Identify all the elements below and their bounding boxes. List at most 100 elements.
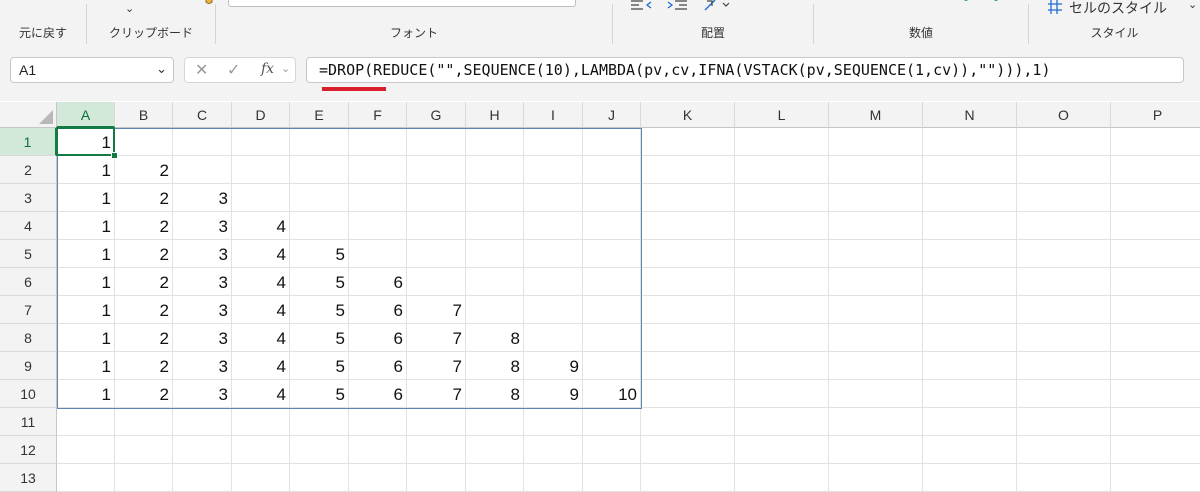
row-header-11[interactable]: 11 [0,408,57,436]
cell-p8[interactable] [1111,324,1200,352]
cell-m3[interactable] [829,184,923,212]
cancel-icon[interactable]: ✕ [195,60,208,79]
cell-f9[interactable]: 6 [349,352,407,380]
cell-a9[interactable]: 1 [57,352,115,380]
cell-c6[interactable]: 3 [173,268,232,296]
column-header-g[interactable]: G [407,102,466,128]
cell-a8[interactable]: 1 [57,324,115,352]
cell-c2[interactable] [173,156,232,184]
cell-p13[interactable] [1111,464,1200,492]
cell-m6[interactable] [829,268,923,296]
cell-b9[interactable]: 2 [115,352,173,380]
cell-d1[interactable] [232,128,290,156]
cell-h4[interactable] [466,212,524,240]
cell-m9[interactable] [829,352,923,380]
cell-p1[interactable] [1111,128,1200,156]
cell-c5[interactable]: 3 [173,240,232,268]
cell-l2[interactable] [735,156,829,184]
cell-b7[interactable]: 2 [115,296,173,324]
cell-g8[interactable]: 7 [407,324,466,352]
cell-g3[interactable] [407,184,466,212]
column-header-k[interactable]: K [641,102,735,128]
cell-k5[interactable] [641,240,735,268]
cell-e13[interactable] [290,464,349,492]
column-header-j[interactable]: J [583,102,641,128]
cell-n12[interactable] [923,436,1017,464]
cell-g6[interactable] [407,268,466,296]
cell-c8[interactable]: 3 [173,324,232,352]
cell-g7[interactable]: 7 [407,296,466,324]
column-header-e[interactable]: E [290,102,349,128]
cell-i11[interactable] [524,408,583,436]
cell-h6[interactable] [466,268,524,296]
cell-e10[interactable]: 5 [290,380,349,408]
cell-g5[interactable] [407,240,466,268]
cell-styles-icon[interactable] [1047,0,1063,18]
column-header-a[interactable]: A [57,102,115,128]
cell-b8[interactable]: 2 [115,324,173,352]
cell-a2[interactable]: 1 [57,156,115,184]
column-header-i[interactable]: I [524,102,583,128]
cell-a3[interactable]: 1 [57,184,115,212]
chevron-down-icon[interactable]: ⌄ [156,61,167,77]
cell-n5[interactable] [923,240,1017,268]
cell-o5[interactable] [1017,240,1111,268]
cell-j1[interactable] [583,128,641,156]
cell-f5[interactable] [349,240,407,268]
cell-a12[interactable] [57,436,115,464]
cell-l12[interactable] [735,436,829,464]
cell-n10[interactable] [923,380,1017,408]
cell-o2[interactable] [1017,156,1111,184]
cell-i4[interactable] [524,212,583,240]
row-header-2[interactable]: 2 [0,156,57,184]
cell-f2[interactable] [349,156,407,184]
chevron-down-icon[interactable]: ⌄ [1188,0,1197,11]
enter-icon[interactable]: ✓ [227,60,240,79]
insert-function-icon[interactable]: fx [261,61,274,77]
cell-c11[interactable] [173,408,232,436]
cell-j11[interactable] [583,408,641,436]
cell-o9[interactable] [1017,352,1111,380]
cell-e7[interactable]: 5 [290,296,349,324]
cell-g9[interactable]: 7 [407,352,466,380]
cell-n3[interactable] [923,184,1017,212]
row-header-7[interactable]: 7 [0,296,57,324]
spreadsheet-grid[interactable]: A B C D E F G H I J K L M N O P 1 2 3 4 5 6 7 8 9 10 11 12 13 112123… [0,102,1200,492]
cell-l4[interactable] [735,212,829,240]
cell-m10[interactable] [829,380,923,408]
cell-b13[interactable] [115,464,173,492]
cell-p2[interactable] [1111,156,1200,184]
cell-o8[interactable] [1017,324,1111,352]
cell-e3[interactable] [290,184,349,212]
cell-a7[interactable]: 1 [57,296,115,324]
cell-b12[interactable] [115,436,173,464]
cell-a5[interactable]: 1 [57,240,115,268]
row-header-5[interactable]: 5 [0,240,57,268]
cell-n9[interactable] [923,352,1017,380]
cell-l5[interactable] [735,240,829,268]
cell-l8[interactable] [735,324,829,352]
indent-increase-icon[interactable] [667,0,689,15]
cell-g12[interactable] [407,436,466,464]
cell-h13[interactable] [466,464,524,492]
cell-j7[interactable] [583,296,641,324]
cell-e4[interactable] [290,212,349,240]
row-header-4[interactable]: 4 [0,212,57,240]
cell-k4[interactable] [641,212,735,240]
cell-g2[interactable] [407,156,466,184]
cell-k8[interactable] [641,324,735,352]
cell-h7[interactable] [466,296,524,324]
cell-b4[interactable]: 2 [115,212,173,240]
cell-d3[interactable] [232,184,290,212]
cell-e9[interactable]: 5 [290,352,349,380]
cell-g1[interactable] [407,128,466,156]
cell-b2[interactable]: 2 [115,156,173,184]
cell-f4[interactable] [349,212,407,240]
row-header-13[interactable]: 13 [0,464,57,492]
cell-f8[interactable]: 6 [349,324,407,352]
cell-m4[interactable] [829,212,923,240]
cell-n11[interactable] [923,408,1017,436]
cell-m12[interactable] [829,436,923,464]
column-header-p[interactable]: P [1111,102,1200,128]
cell-k7[interactable] [641,296,735,324]
